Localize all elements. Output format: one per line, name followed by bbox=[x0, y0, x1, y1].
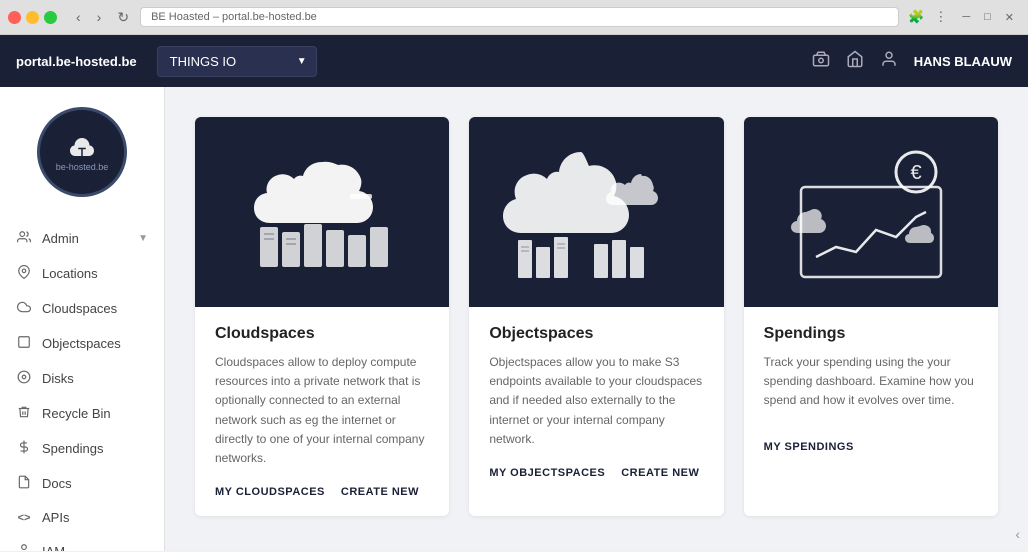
admin-icon bbox=[16, 230, 32, 247]
sidebar-admin-label: Admin bbox=[42, 231, 128, 246]
objectspaces-card: Objectspaces Objectspaces allow you to m… bbox=[469, 117, 723, 516]
spendings-card-desc: Track your spending using the your spend… bbox=[764, 353, 978, 423]
sidebar-item-locations[interactable]: Locations bbox=[0, 256, 164, 291]
win-restore-btn[interactable]: □ bbox=[978, 9, 997, 26]
my-cloudspaces-link[interactable]: MY CLOUDSPACES bbox=[215, 486, 325, 498]
create-cloudspace-link[interactable]: CREATE NEW bbox=[341, 486, 419, 498]
sidebar-item-iam[interactable]: IAM bbox=[0, 534, 164, 551]
sidebar-item-cloudspaces[interactable]: Cloudspaces bbox=[0, 291, 164, 326]
spendings-icon bbox=[16, 440, 32, 457]
camera-icon[interactable] bbox=[812, 50, 830, 73]
disks-icon bbox=[16, 370, 32, 387]
spendings-card-image: € bbox=[744, 117, 998, 307]
org-selector[interactable]: THINGS IO bbox=[157, 46, 317, 77]
sidebar-docs-label: Docs bbox=[42, 476, 148, 491]
top-nav-icons: HANS BLAAUW bbox=[812, 50, 1012, 73]
url-bar[interactable]: BE Hoasted – portal.be-hosted.be bbox=[140, 7, 899, 27]
apis-icon: <> bbox=[16, 512, 32, 524]
logo-circle: be-hosted.be bbox=[37, 107, 127, 197]
sidebar-item-spendings[interactable]: Spendings bbox=[0, 431, 164, 466]
menu-icon[interactable]: ⋮ bbox=[931, 6, 950, 28]
sidebar-item-disks[interactable]: Disks bbox=[0, 361, 164, 396]
cloudspaces-card-title: Cloudspaces bbox=[215, 325, 429, 343]
sidebar-nav: Admin ▼ Locations Cloudspaces bbox=[0, 213, 164, 551]
sidebar-logo: be-hosted.be bbox=[0, 87, 164, 213]
cloudspaces-card-desc: Cloudspaces allow to deploy compute reso… bbox=[215, 353, 429, 468]
spendings-card: € Spendings Track you bbox=[744, 117, 998, 516]
cloudspaces-card-body: Cloudspaces Cloudspaces allow to deploy … bbox=[195, 307, 449, 516]
cards-grid: Cloudspaces Cloudspaces allow to deploy … bbox=[195, 117, 998, 516]
sidebar-item-apis[interactable]: <> APIs bbox=[0, 501, 164, 534]
page-content: Cloudspaces Cloudspaces allow to deploy … bbox=[165, 87, 1028, 551]
spendings-card-actions: MY SPENDINGS bbox=[764, 441, 978, 453]
sidebar-item-docs[interactable]: Docs bbox=[0, 466, 164, 501]
user-nav-icon[interactable] bbox=[880, 50, 898, 73]
cloudspaces-card: Cloudspaces Cloudspaces allow to deploy … bbox=[195, 117, 449, 516]
recycle-bin-icon bbox=[16, 405, 32, 422]
browser-forward-btn[interactable]: › bbox=[92, 7, 107, 27]
browser-reload-btn[interactable]: ↻ bbox=[112, 7, 134, 28]
svg-text:€: € bbox=[910, 162, 921, 184]
sidebar-item-recycle-bin[interactable]: Recycle Bin bbox=[0, 396, 164, 431]
browser-minimize-btn[interactable] bbox=[26, 11, 39, 24]
sidebar-recycle-bin-label: Recycle Bin bbox=[42, 406, 148, 421]
url-text: BE Hoasted – portal.be-hosted.be bbox=[151, 11, 317, 23]
sidebar-item-admin[interactable]: Admin ▼ bbox=[0, 221, 164, 256]
objectspaces-card-image bbox=[469, 117, 723, 307]
sidebar-item-objectspaces[interactable]: Objectspaces bbox=[0, 326, 164, 361]
objectspaces-card-actions: MY OBJECTSPACES CREATE NEW bbox=[489, 467, 703, 479]
brand-label: portal.be-hosted.be bbox=[16, 54, 137, 69]
locations-icon bbox=[16, 265, 32, 282]
top-nav: portal.be-hosted.be THINGS IO ▼ bbox=[0, 35, 1028, 87]
win-close-btn[interactable]: ✕ bbox=[999, 9, 1020, 26]
admin-chevron-icon: ▼ bbox=[138, 233, 148, 244]
sidebar-cloudspaces-label: Cloudspaces bbox=[42, 301, 148, 316]
objectspaces-card-body: Objectspaces Objectspaces allow you to m… bbox=[469, 307, 723, 497]
browser-close-btn[interactable] bbox=[8, 11, 21, 24]
org-selector-wrap[interactable]: THINGS IO ▼ bbox=[157, 46, 317, 77]
docs-icon bbox=[16, 475, 32, 492]
spendings-card-body: Spendings Track your spending using the … bbox=[744, 307, 998, 471]
extensions-icon[interactable]: 🧩 bbox=[905, 6, 927, 28]
sidebar-objectspaces-label: Objectspaces bbox=[42, 336, 148, 351]
sidebar: be-hosted.be Admin ▼ Locations bbox=[0, 87, 165, 551]
objectspaces-icon bbox=[16, 335, 32, 352]
objectspaces-card-title: Objectspaces bbox=[489, 325, 703, 343]
home-icon[interactable] bbox=[846, 50, 864, 73]
win-minimize-btn[interactable]: ─ bbox=[956, 9, 976, 26]
my-objectspaces-link[interactable]: MY OBJECTSPACES bbox=[489, 467, 605, 479]
cloudspaces-card-actions: MY CLOUDSPACES CREATE NEW bbox=[215, 486, 429, 498]
username-label: HANS BLAAUW bbox=[914, 54, 1012, 69]
sidebar-disks-label: Disks bbox=[42, 371, 148, 386]
spendings-card-title: Spendings bbox=[764, 325, 978, 343]
objectspaces-card-desc: Objectspaces allow you to make S3 endpoi… bbox=[489, 353, 703, 449]
sidebar-locations-label: Locations bbox=[42, 266, 148, 281]
sidebar-apis-label: APIs bbox=[42, 510, 148, 525]
iam-icon bbox=[16, 543, 32, 551]
browser-maximize-btn[interactable] bbox=[44, 11, 57, 24]
sidebar-iam-label: IAM bbox=[42, 544, 148, 551]
my-spendings-link[interactable]: MY SPENDINGS bbox=[764, 441, 854, 453]
sidebar-spendings-label: Spendings bbox=[42, 441, 148, 456]
cloudspaces-icon bbox=[16, 300, 32, 317]
browser-back-btn[interactable]: ‹ bbox=[71, 7, 86, 27]
cloudspaces-card-image bbox=[195, 117, 449, 307]
logo-svg-icon bbox=[67, 132, 97, 162]
logo-text: be-hosted.be bbox=[56, 162, 109, 172]
create-objectspace-link[interactable]: CREATE NEW bbox=[621, 467, 699, 479]
